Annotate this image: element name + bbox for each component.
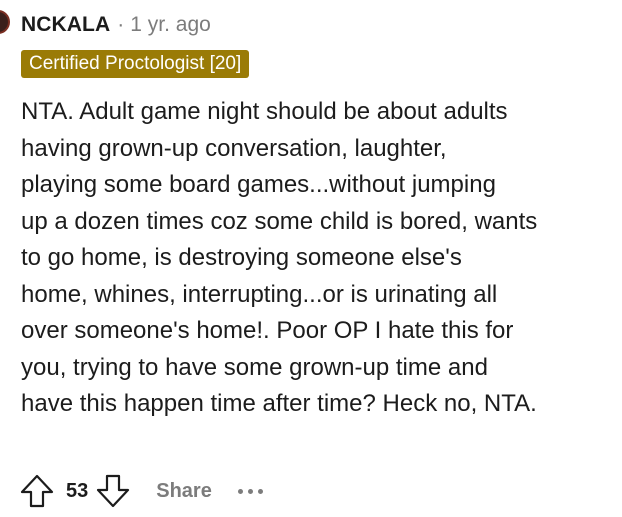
comment-line: to go home, is destroying someone else's: [21, 244, 462, 271]
user-flair: Certified Proctologist [20]: [21, 50, 250, 78]
more-options-icon[interactable]: [237, 481, 263, 501]
header-separator: ·: [117, 13, 125, 36]
vote-count: 53: [66, 479, 89, 502]
upvote-arrow-icon[interactable]: [18, 472, 56, 510]
author-username[interactable]: NCKALA: [21, 13, 110, 37]
comment-line: up a dozen times coz some child is bored…: [21, 207, 538, 235]
comment-body: NTA. Adult game night should be about ad…: [21, 94, 617, 423]
avatar[interactable]: [0, 10, 10, 34]
comment-action-bar: 53 Share: [18, 470, 263, 512]
more-dot: [237, 488, 243, 494]
comment-line: home, whines, interrupting...or is urina…: [21, 280, 498, 308]
comment-timestamp[interactable]: 1 yr. ago: [130, 13, 211, 37]
comment-line: over someone's home!. Poor OP I hate thi…: [21, 317, 514, 344]
downvote-arrow-icon[interactable]: [94, 472, 132, 510]
comment-line: have this happen time after time? Heck n…: [21, 390, 537, 417]
comment-line: NTA. Adult game night should be about ad…: [21, 98, 508, 125]
comment-line: having grown-up conversation, laughter,: [21, 134, 447, 162]
more-dot: [247, 488, 253, 494]
comment-line: you, trying to have some grown-up time a…: [21, 353, 488, 381]
comment-header: NCKALA · 1 yr. ago: [21, 11, 211, 39]
comment-line: playing some board games...without jumpi…: [21, 171, 496, 198]
share-button[interactable]: Share: [156, 480, 212, 503]
more-dot: [257, 488, 263, 494]
